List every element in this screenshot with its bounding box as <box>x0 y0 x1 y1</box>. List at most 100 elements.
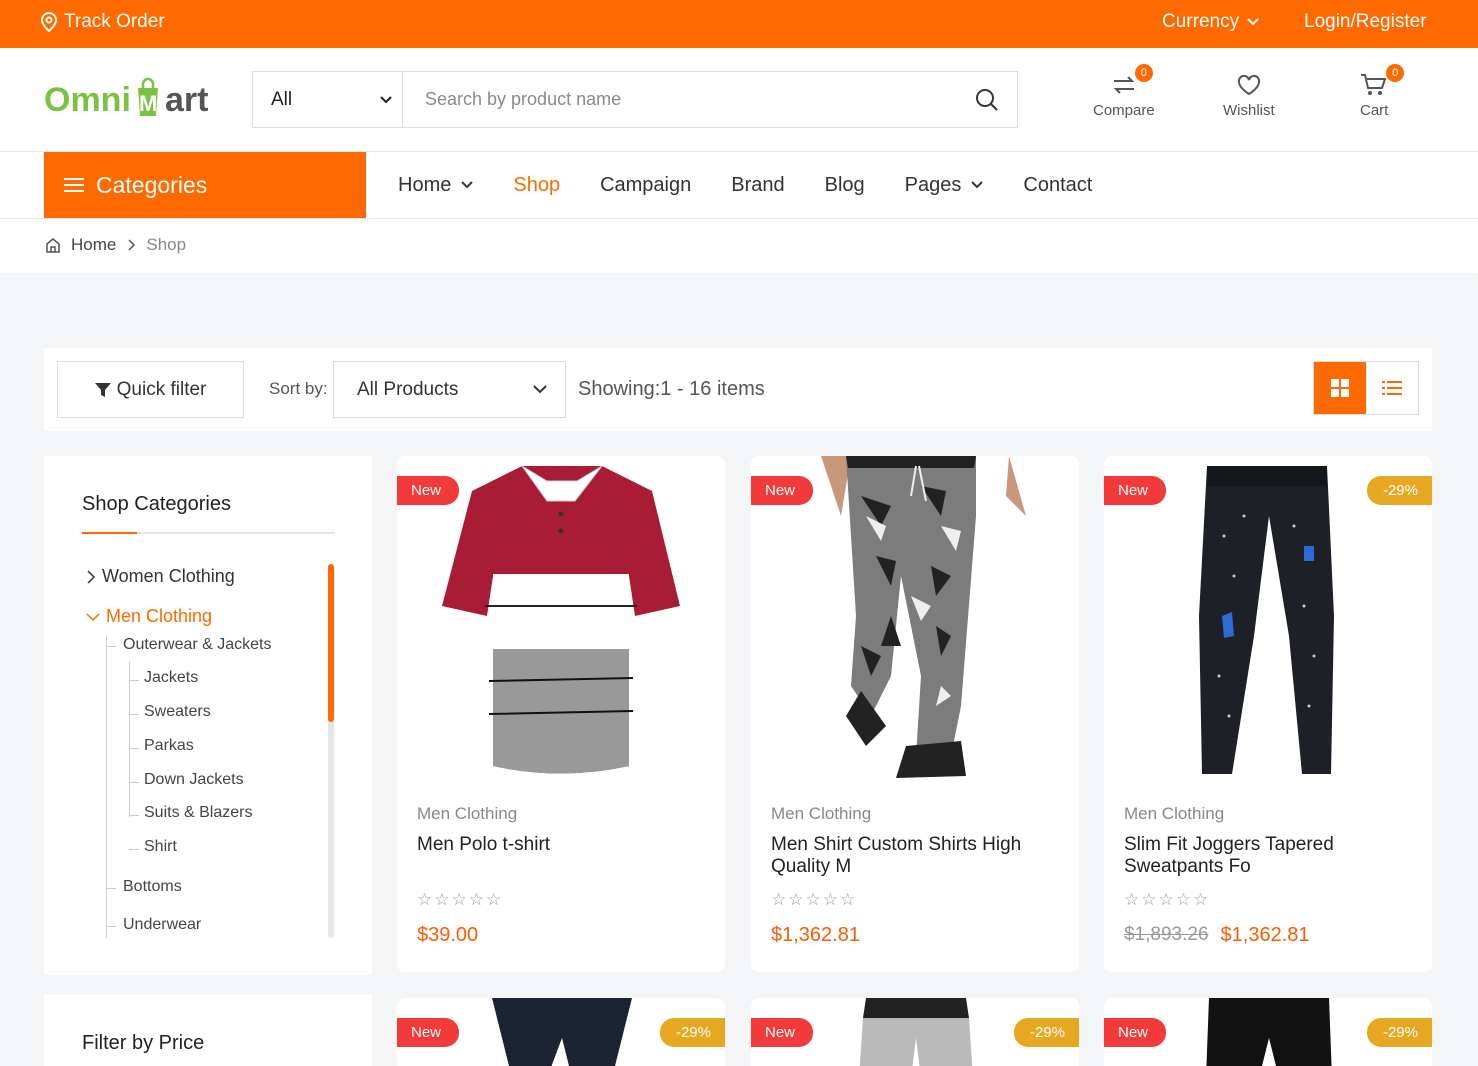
product-card[interactable]: New -29% <box>1104 998 1432 1066</box>
currency-label: Currency <box>1162 11 1240 32</box>
product-category[interactable]: Men Clothing <box>771 804 871 824</box>
category-label: Women Clothing <box>102 566 235 586</box>
quick-filter-button[interactable]: Quick filter <box>57 361 244 418</box>
category-underwear[interactable]: Underwear <box>123 916 201 934</box>
product-card[interactable]: New Men Clothing Men Shirt Custom Shirts… <box>751 456 1079 972</box>
sort-label: Sort by: <box>269 379 328 398</box>
new-tag: New <box>1104 476 1167 505</box>
search-input[interactable] <box>403 72 957 127</box>
sort-select[interactable]: All Products <box>333 361 566 418</box>
product-name[interactable]: Men Shirt Custom Shirts High Quality M <box>771 834 1061 878</box>
category-shirt[interactable]: Shirt <box>144 838 177 856</box>
product-category[interactable]: Men Clothing <box>1124 804 1224 824</box>
currency-dropdown[interactable]: Currency <box>1162 11 1259 33</box>
product-card[interactable]: New -29% Men Clothing Slim Fit Joggers T… <box>1104 456 1432 972</box>
track-order-link[interactable]: Track Order <box>40 11 165 33</box>
cart-button[interactable]: 0 Cart <box>1360 64 1405 119</box>
search-category-value: All <box>271 88 293 110</box>
chevron-down-icon <box>971 181 984 189</box>
nav-home-label: Home <box>398 173 452 196</box>
product-card[interactable]: New -29% <box>751 998 1079 1066</box>
top-bar: Track Order Currency Login/Register <box>0 0 1478 48</box>
filter-icon <box>94 382 111 397</box>
chevron-down-icon <box>1247 18 1259 26</box>
wishlist-button[interactable]: Wishlist <box>1223 68 1275 119</box>
search-button[interactable] <box>957 72 1017 127</box>
discount-tag: -29% <box>1366 476 1432 505</box>
category-scrollbar[interactable] <box>328 564 334 938</box>
search-category-select[interactable]: All <box>253 72 403 127</box>
product-image-polo[interactable] <box>397 456 725 784</box>
nav-item-campaign[interactable]: Campaign <box>600 174 691 197</box>
categories-label: Categories <box>96 171 208 198</box>
category-down-jackets[interactable]: Down Jackets <box>144 771 244 789</box>
title-underline <box>82 532 335 534</box>
nav-campaign-label: Campaign <box>600 173 692 196</box>
shop-categories-panel: Shop Categories Women Clothing Men Cloth… <box>44 456 372 975</box>
category-outerwear-jackets[interactable]: Outerwear & Jackets <box>123 636 272 654</box>
nav-item-blog[interactable]: Blog <box>825 174 865 197</box>
list-icon <box>1382 381 1402 395</box>
category-tree: Women Clothing Men Clothing Outerwear & … <box>82 566 332 938</box>
chevron-right-icon <box>87 569 96 584</box>
new-tag: New <box>397 1018 460 1047</box>
nav-item-pages[interactable]: Pages <box>905 174 984 197</box>
list-view-button[interactable] <box>1366 362 1418 414</box>
showing-count: Showing:1 - 16 items <box>578 378 765 400</box>
cart-icon <box>1361 74 1387 95</box>
new-tag: New <box>1104 1018 1167 1047</box>
category-suits-blazers[interactable]: Suits & Blazers <box>144 804 252 822</box>
svg-text:M: M <box>139 91 157 116</box>
nav-bar: Categories Home Shop Campaign Brand Blog… <box>0 152 1478 219</box>
category-label: Men Clothing <box>106 606 213 626</box>
nav-item-home[interactable]: Home <box>398 173 474 197</box>
discount-tag: -29% <box>1013 1018 1079 1047</box>
login-register-link[interactable]: Login/Register <box>1304 11 1427 33</box>
product-name[interactable]: Men Polo t-shirt <box>417 834 707 856</box>
category-parkas[interactable]: Parkas <box>144 737 194 755</box>
product-price: $1,362.81 <box>771 924 860 946</box>
cart-count-badge: 0 <box>1386 64 1405 82</box>
product-price-row: $39.00 <box>417 924 478 947</box>
product-category[interactable]: Men Clothing <box>417 804 517 824</box>
nav-brand-label: Brand <box>731 173 785 196</box>
nav-blog-label: Blog <box>824 173 865 196</box>
nav-item-brand[interactable]: Brand <box>731 174 784 197</box>
product-name[interactable]: Slim Fit Joggers Tapered Sweatpants Fo <box>1124 834 1414 878</box>
breadcrumb-current: Shop <box>146 235 187 254</box>
chevron-down-icon <box>86 612 100 621</box>
product-old-price: $1,893.26 <box>1124 924 1209 945</box>
compare-button[interactable]: 0 Compare <box>1093 64 1155 119</box>
track-order-label: Track Order <box>64 11 165 32</box>
rating-stars: ☆☆☆☆☆ <box>417 890 504 909</box>
rating-stars: ☆☆☆☆☆ <box>771 890 858 909</box>
filter-by-price-panel: Filter by Price <box>44 995 372 1066</box>
category-jackets[interactable]: Jackets <box>144 669 198 687</box>
categories-button[interactable]: Categories <box>44 152 366 218</box>
nav-item-shop[interactable]: Shop <box>513 174 560 197</box>
logo[interactable]: Omni M art <box>44 70 219 122</box>
search-bar: All <box>252 71 1018 128</box>
home-icon <box>46 238 60 253</box>
breadcrumb-home[interactable]: Home <box>71 235 116 255</box>
product-card[interactable]: New -29% <box>397 998 725 1066</box>
product-image-camo-joggers[interactable] <box>751 456 1079 784</box>
svg-text:Omni: Omni <box>44 81 131 119</box>
category-bottoms[interactable]: Bottoms <box>123 878 182 896</box>
compare-count-badge: 0 <box>1134 64 1153 82</box>
wishlist-label: Wishlist <box>1223 102 1275 119</box>
discount-tag: -29% <box>1366 1018 1432 1047</box>
category-men-clothing[interactable]: Men Clothing <box>86 606 212 627</box>
category-sweaters[interactable]: Sweaters <box>144 703 211 721</box>
product-image-slim-joggers[interactable] <box>1104 456 1432 784</box>
product-card[interactable]: New Men Clothing Men Polo t-shirt ☆☆☆☆☆ … <box>397 456 725 972</box>
cart-label: Cart <box>1360 102 1389 119</box>
shop-categories-title: Shop Categories <box>82 493 231 515</box>
category-women-clothing[interactable]: Women Clothing <box>86 566 235 587</box>
filter-by-price-title: Filter by Price <box>82 1032 205 1054</box>
nav-item-contact[interactable]: Contact <box>1023 174 1092 197</box>
grid-view-button[interactable] <box>1314 362 1366 414</box>
nav-shop-label: Shop <box>513 173 561 196</box>
chevron-down-icon <box>380 95 392 103</box>
sort-value: All Products <box>357 378 459 400</box>
